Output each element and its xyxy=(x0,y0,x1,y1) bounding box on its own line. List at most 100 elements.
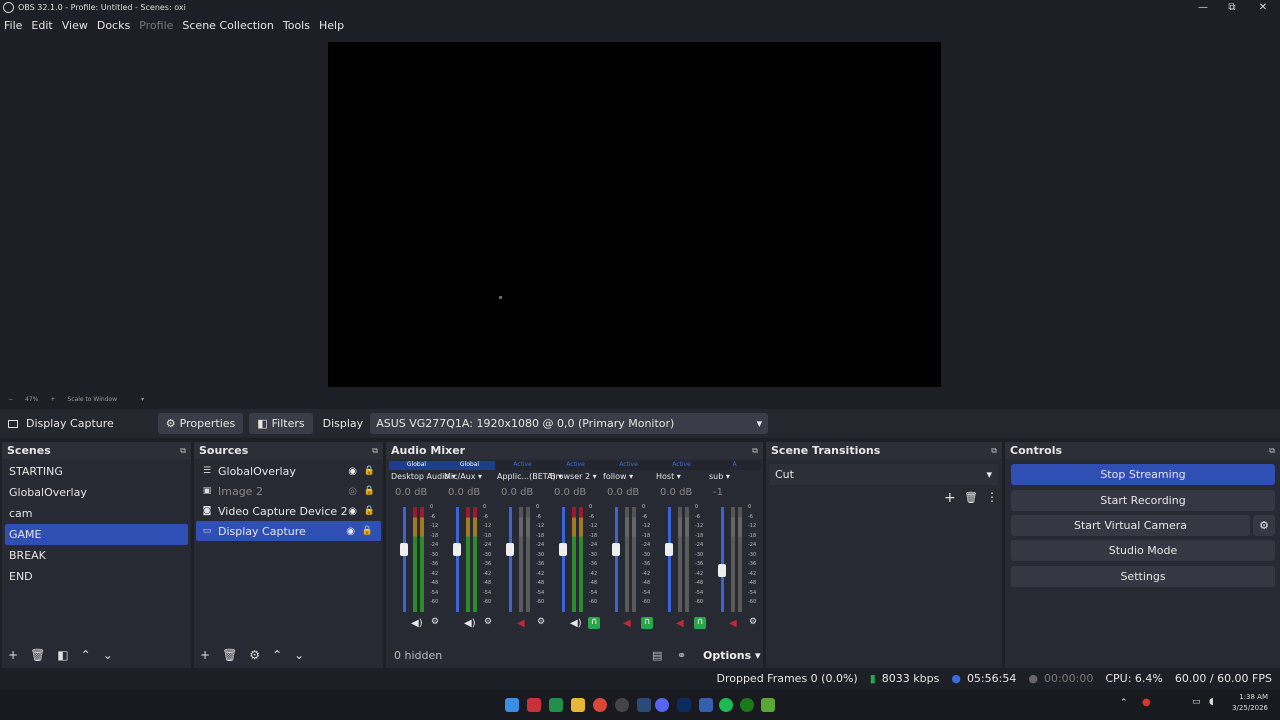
trash-icon[interactable]: 🗑 xyxy=(30,648,45,662)
muted-speaker-icon[interactable]: ◀ xyxy=(676,618,684,629)
channel-name[interactable]: sub ▾ xyxy=(709,472,730,481)
volume-slider-knob[interactable] xyxy=(453,543,461,556)
menu-edit[interactable]: Edit xyxy=(31,19,52,32)
volume-slider-knob[interactable] xyxy=(506,543,514,556)
scene-item[interactable]: cam xyxy=(2,503,191,524)
trash-icon[interactable]: 🗑 xyxy=(222,648,237,662)
scene-item-selected[interactable]: GAME xyxy=(5,524,188,545)
chrome-icon[interactable] xyxy=(593,698,607,712)
move-up-icon[interactable]: ⌃ xyxy=(81,648,91,662)
photoshop-icon[interactable] xyxy=(677,698,691,712)
clock[interactable]: 1:38 AM 3/25/2026 xyxy=(1226,692,1268,714)
eye-icon[interactable]: ◉ xyxy=(348,506,357,517)
volume-slider-knob[interactable] xyxy=(559,543,567,556)
speaker-icon[interactable]: ◀) xyxy=(464,618,476,629)
start-virtual-camera-button[interactable]: Start Virtual Camera xyxy=(1011,515,1250,536)
minimize-button[interactable]: — xyxy=(1188,0,1218,15)
undock-icon[interactable]: ⧉ xyxy=(1269,446,1275,456)
folder-icon[interactable] xyxy=(571,698,585,712)
headphones-icon[interactable]: ∩ xyxy=(641,617,653,629)
gear-icon[interactable]: ⚙ xyxy=(747,617,759,629)
volume-slider-knob[interactable] xyxy=(718,564,726,577)
mic-icon[interactable]: ● xyxy=(1142,697,1151,708)
menu-view[interactable]: View xyxy=(62,19,88,32)
menu-file[interactable]: File xyxy=(4,19,22,32)
xbox-icon[interactable] xyxy=(740,698,754,712)
close-button[interactable]: ✕ xyxy=(1248,0,1278,15)
volume-slider[interactable] xyxy=(509,507,512,612)
move-down-icon[interactable]: ⌄ xyxy=(294,648,304,662)
obs-icon[interactable] xyxy=(615,698,629,712)
lock-icon[interactable]: 🔒 xyxy=(364,506,375,516)
headphones-icon[interactable]: ∩ xyxy=(694,617,706,629)
display-select[interactable]: ASUS VG277Q1A: 1920x1080 @ 0,0 (Primary … xyxy=(370,413,769,434)
gear-icon[interactable]: ⚙ xyxy=(482,617,494,629)
start-recording-button[interactable]: Start Recording xyxy=(1011,490,1275,511)
undock-icon[interactable]: ⧉ xyxy=(180,446,186,456)
menu-tools[interactable]: Tools xyxy=(283,19,310,32)
options-button[interactable]: Options ▾ xyxy=(703,649,761,662)
zoom-in-button[interactable]: + xyxy=(50,396,55,403)
spotify-icon[interactable] xyxy=(719,698,733,712)
lock-icon[interactable]: 🔒 xyxy=(364,466,375,476)
speaker-icon[interactable]: ◀) xyxy=(570,618,582,629)
more-icon[interactable]: ⋮ xyxy=(986,490,998,504)
scene-item[interactable]: STARTING xyxy=(2,461,191,482)
lock-icon[interactable]: 🔒 xyxy=(362,526,373,536)
scene-item[interactable]: END xyxy=(2,566,191,587)
menu-help[interactable]: Help xyxy=(319,19,344,32)
eye-icon[interactable]: ◉ xyxy=(348,466,357,477)
zoom-out-button[interactable]: − xyxy=(8,396,13,403)
app-icon[interactable] xyxy=(527,698,541,712)
scale-mode-select[interactable]: Scale to Window xyxy=(67,396,117,403)
volume-slider[interactable] xyxy=(456,507,459,612)
muted-speaker-icon[interactable]: ◀ xyxy=(623,618,631,629)
move-up-icon[interactable]: ⌃ xyxy=(272,648,282,662)
eye-hidden-icon[interactable]: ◎ xyxy=(348,486,357,497)
excel-icon[interactable] xyxy=(549,698,563,712)
discord-icon[interactable] xyxy=(655,698,669,712)
menu-docks[interactable]: Docks xyxy=(97,19,130,32)
source-item[interactable]: ☰ GlobalOverlay ◉ 🔒 xyxy=(194,461,383,481)
tray-chevron-icon[interactable]: ⌃ xyxy=(1120,698,1128,709)
gear-icon[interactable]: ⚙ xyxy=(535,617,547,629)
volume-slider[interactable] xyxy=(562,507,565,612)
channel-name[interactable]: Host ▾ xyxy=(656,472,681,481)
undock-icon[interactable]: ⧉ xyxy=(752,446,758,456)
preview-canvas[interactable] xyxy=(328,42,941,387)
scene-item[interactable]: GlobalOverlay xyxy=(2,482,191,503)
undock-icon[interactable]: ⧉ xyxy=(991,446,997,456)
chevron-down-icon[interactable]: ▾ xyxy=(141,396,144,403)
lock-icon[interactable]: 🔒 xyxy=(364,486,375,496)
volume-slider-knob[interactable] xyxy=(612,543,620,556)
channel-name[interactable]: Browser 2 ▾ xyxy=(550,472,597,481)
channel-name[interactable]: Mic/Aux ▾ xyxy=(444,472,482,481)
add-icon[interactable]: + xyxy=(944,490,956,506)
trash-icon[interactable]: 🗑 xyxy=(964,491,978,504)
volume-icon[interactable]: ◖ xyxy=(1209,697,1214,708)
settings-button[interactable]: Settings xyxy=(1011,566,1275,587)
source-item[interactable]: ◙ Video Capture Device 2 ◉ 🔒 xyxy=(194,501,383,521)
virtual-camera-settings-button[interactable]: ⚙ xyxy=(1253,515,1275,536)
source-item-selected[interactable]: ▭ Display Capture ◉ 🔒 xyxy=(196,521,381,541)
scene-item[interactable]: BREAK xyxy=(2,545,191,566)
headphones-icon[interactable]: ∩ xyxy=(588,617,600,629)
add-icon[interactable]: + xyxy=(200,648,210,662)
network-icon[interactable]: ▭ xyxy=(1192,697,1201,708)
properties-button[interactable]: ⚙ Properties xyxy=(157,413,244,434)
volume-slider[interactable] xyxy=(403,507,406,612)
muted-speaker-icon[interactable]: ◀ xyxy=(517,618,525,629)
filter-icon[interactable]: ◧ xyxy=(57,648,68,662)
studio-mode-button[interactable]: Studio Mode xyxy=(1011,540,1275,561)
channel-name[interactable]: follow ▾ xyxy=(603,472,633,481)
volume-slider-knob[interactable] xyxy=(665,543,673,556)
menu-profile[interactable]: Profile xyxy=(139,19,173,32)
gear-icon[interactable]: ⚙ xyxy=(249,648,260,662)
volume-slider[interactable] xyxy=(721,507,724,612)
eye-icon[interactable]: ◉ xyxy=(346,526,355,537)
add-icon[interactable]: + xyxy=(8,648,18,662)
stop-streaming-button[interactable]: Stop Streaming xyxy=(1011,464,1275,485)
speaker-icon[interactable]: ◀) xyxy=(411,618,423,629)
volume-slider[interactable] xyxy=(615,507,618,612)
muted-speaker-icon[interactable]: ◀ xyxy=(729,618,737,629)
